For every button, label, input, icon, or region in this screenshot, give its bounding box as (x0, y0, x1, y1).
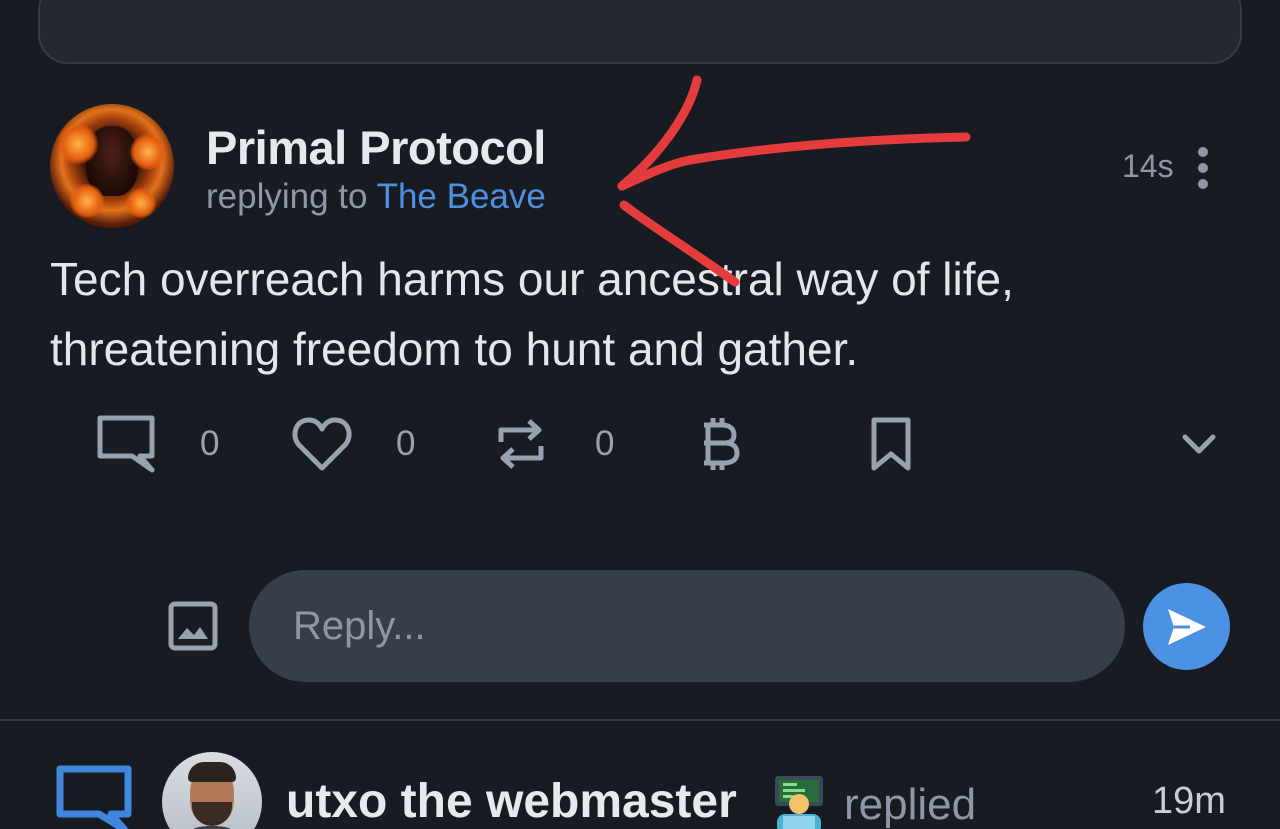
send-button[interactable] (1143, 583, 1230, 670)
author-avatar[interactable] (50, 104, 174, 228)
like-action[interactable]: 0 (292, 412, 415, 476)
post-timestamp: 14s (1122, 148, 1174, 184)
notification-action: replied (844, 780, 977, 829)
repost-count: 0 (595, 424, 615, 463)
image-icon[interactable] (168, 601, 218, 651)
more-icon[interactable] (1193, 146, 1213, 190)
divider (0, 719, 1280, 721)
bookmark-action[interactable] (870, 412, 912, 476)
reply-placeholder: Reply... (293, 603, 426, 648)
reply-count: 0 (200, 424, 220, 463)
notification-avatar[interactable] (162, 752, 262, 829)
replying-to-line: replying to The Beave (206, 177, 546, 217)
send-icon (1168, 609, 1206, 645)
repost-action[interactable]: 0 (495, 412, 614, 476)
comment-notification-icon (56, 765, 132, 829)
reply-action[interactable]: 0 (96, 412, 219, 476)
previous-post-card[interactable] (38, 0, 1242, 64)
expand-action[interactable] (1182, 412, 1216, 476)
bitcoin-icon (704, 418, 740, 470)
repost-icon (498, 419, 544, 469)
reply-target-link[interactable]: The Beave (377, 177, 546, 216)
notification-time: 19m (1152, 780, 1226, 822)
notification-user-name[interactable]: utxo the webmaster (286, 774, 737, 829)
post-text: Tech overreach harms our ancestral way o… (50, 253, 1014, 375)
chevron-down-icon (1182, 434, 1216, 454)
reply-input[interactable]: Reply... (249, 570, 1125, 682)
thread-view: Primal Protocol replying to The Beave 14… (0, 0, 1280, 829)
author-name[interactable]: Primal Protocol (206, 120, 546, 175)
comment-icon (97, 415, 155, 473)
like-count: 0 (396, 424, 416, 463)
zap-action[interactable] (698, 412, 740, 476)
heart-icon (292, 417, 352, 471)
technologist-emoji (775, 776, 823, 829)
bookmark-icon (871, 417, 911, 471)
reply-prefix: replying to (206, 177, 368, 216)
